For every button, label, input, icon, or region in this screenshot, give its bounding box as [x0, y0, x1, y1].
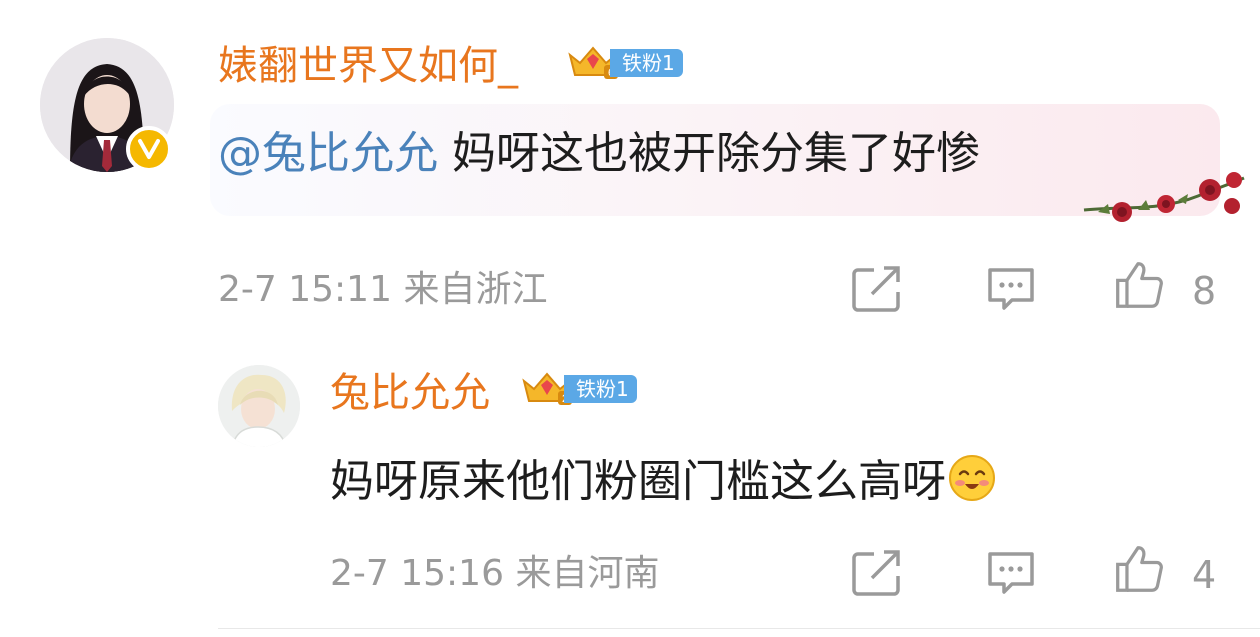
- share-icon[interactable]: [850, 264, 904, 314]
- comment-text: @兔比允允 妈呀这也被开除分集了好惨: [218, 132, 980, 176]
- rose-decoration: [1083, 172, 1245, 222]
- blushing-smile-emoji: [949, 455, 995, 501]
- location: 来自河南: [515, 553, 660, 594]
- timestamp: 2-7 15:16: [330, 553, 504, 594]
- like-count: 4: [1192, 553, 1217, 597]
- divider: [218, 628, 1260, 629]
- reply-text: 妈呀原来他们粉圈门槛这么高呀: [330, 454, 996, 504]
- location: 来自浙江: [403, 269, 548, 310]
- verified-badge: [126, 126, 172, 172]
- comment-meta: 2-7 15:11 来自浙江: [218, 272, 547, 308]
- fan-badge[interactable]: 2 铁粉1: [520, 371, 637, 407]
- like-icon[interactable]: [1112, 544, 1166, 594]
- share-icon[interactable]: [850, 548, 904, 598]
- fan-level-label: 铁粉1: [610, 49, 683, 77]
- comment-icon[interactable]: [984, 548, 1038, 598]
- commenter-username[interactable]: 婊翻世界又如何_: [218, 46, 518, 86]
- comment-body: 妈呀这也被开除分集了好惨: [452, 128, 980, 179]
- like-icon[interactable]: [1112, 260, 1166, 310]
- replier-avatar[interactable]: [218, 365, 300, 447]
- reply-body: 妈呀原来他们粉圈门槛这么高呀: [330, 456, 946, 507]
- timestamp: 2-7 15:11: [218, 269, 392, 310]
- like-count: 8: [1192, 269, 1217, 313]
- comment-icon[interactable]: [984, 264, 1038, 314]
- reply-meta: 2-7 15:16 来自河南: [330, 556, 659, 592]
- fan-level-label: 铁粉1: [564, 375, 637, 403]
- replier-username[interactable]: 兔比允允: [330, 373, 490, 413]
- fan-badge[interactable]: 6 铁粉1: [566, 45, 683, 81]
- mention-link[interactable]: @兔比允允: [218, 128, 438, 179]
